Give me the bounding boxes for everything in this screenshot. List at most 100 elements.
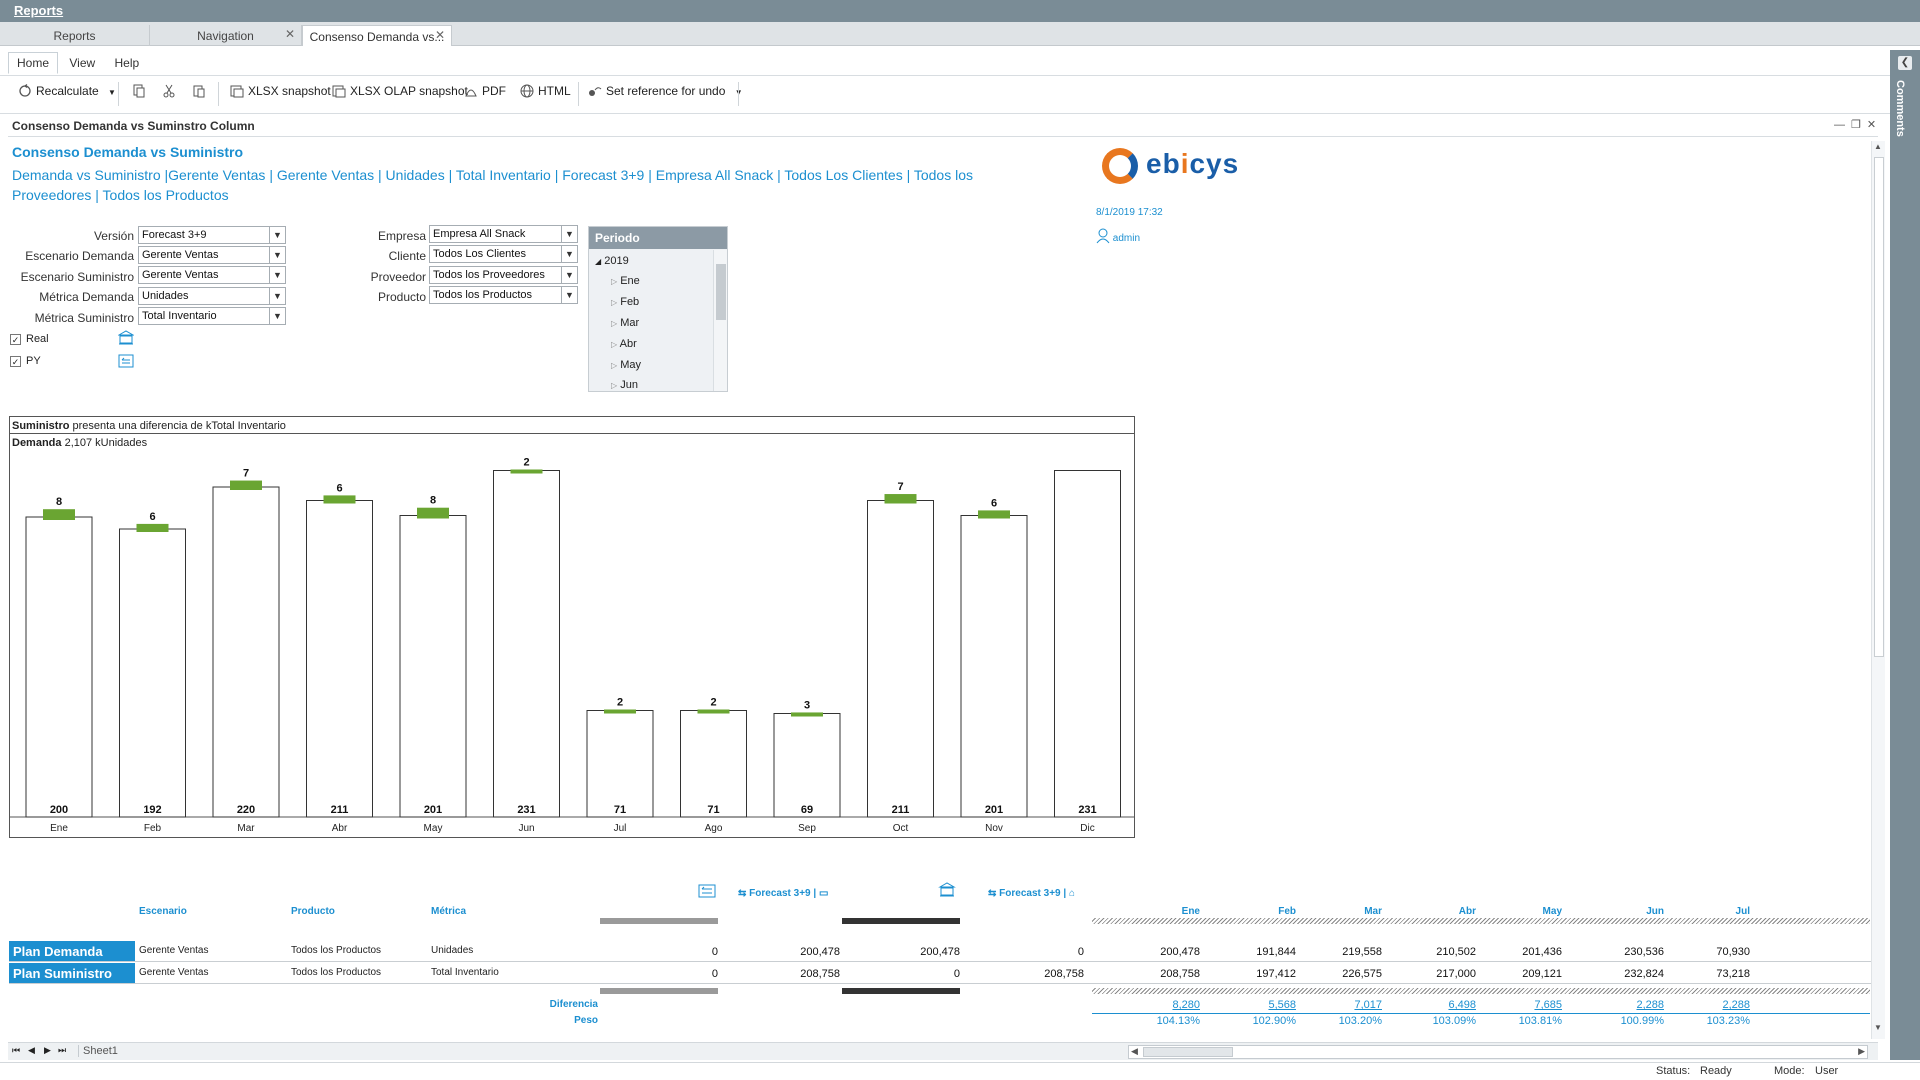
peso-value[interactable]: 103.09%	[1386, 1015, 1476, 1027]
tree-item-month[interactable]: ▷ Jun	[611, 379, 638, 391]
copy-button[interactable]	[132, 84, 150, 98]
bank-icon[interactable]	[118, 330, 134, 346]
periodo-scrollbar[interactable]	[713, 250, 727, 391]
cell-metrica[interactable]: Unidades	[431, 945, 473, 956]
peso-value[interactable]: 103.81%	[1472, 1015, 1562, 1027]
cell-value[interactable]: 208,758	[750, 968, 840, 980]
difference-bar[interactable]	[604, 709, 636, 714]
doc-tab-navigation[interactable]: Navigation ✕	[150, 25, 302, 46]
demand-bar[interactable]	[773, 713, 841, 818]
sheet-tab[interactable]: Sheet1	[78, 1045, 118, 1057]
cell-value[interactable]: 0	[870, 968, 960, 980]
py-checkbox[interactable]: ✓	[10, 356, 21, 367]
collapse-icon[interactable]: ❮	[1898, 56, 1912, 70]
pdf-button[interactable]: PDF	[464, 84, 506, 98]
demand-bar[interactable]	[586, 710, 654, 818]
cell-month-value[interactable]: 209,121	[1472, 968, 1562, 980]
first-sheet-icon[interactable]: ⏮	[12, 1045, 20, 1056]
scenario-header-1[interactable]: ⇆ Forecast 3+9 | ▭	[738, 888, 828, 899]
difference-bar[interactable]	[510, 469, 543, 474]
cell-month-value[interactable]: 200,478	[1110, 946, 1200, 958]
cell-month-value[interactable]: 210,502	[1386, 946, 1476, 958]
metrica-demanda-select[interactable]: Unidades ▼	[138, 287, 286, 305]
doc-tab-reports[interactable]: Reports	[0, 25, 150, 46]
difference-bar[interactable]	[697, 709, 730, 714]
version-select[interactable]: Forecast 3+9 ▼	[138, 226, 286, 244]
peso-value[interactable]: 100.99%	[1574, 1015, 1664, 1027]
prev-sheet-icon[interactable]: ◀	[28, 1045, 35, 1056]
restore-icon[interactable]: ❐	[1851, 119, 1867, 131]
cell-month-value[interactable]: 226,575	[1292, 968, 1382, 980]
demand-bar[interactable]	[493, 470, 560, 818]
cell-month-value[interactable]: 73,218	[1660, 968, 1750, 980]
cell-value[interactable]: 200,478	[750, 946, 840, 958]
close-icon[interactable]: ✕	[435, 28, 445, 42]
demand-bar[interactable]	[1054, 470, 1121, 818]
difference-bar[interactable]	[323, 495, 356, 504]
swap-calendar-icon[interactable]	[118, 353, 134, 369]
periodo-tree[interactable]: Periodo ◢ 2019 ▷ Ene ▷ Feb ▷ Mar ▷ Abr ▷…	[588, 226, 728, 392]
last-sheet-icon[interactable]: ⏭	[58, 1045, 66, 1056]
close-icon[interactable]: ✕	[1867, 119, 1882, 131]
cell-value[interactable]: 0	[994, 946, 1084, 958]
user-link[interactable]: admin	[1096, 228, 1140, 244]
tree-item-month[interactable]: ▷ Feb	[611, 296, 639, 308]
real-checkbox[interactable]: ✓	[10, 334, 21, 345]
scroll-right-icon[interactable]: ▶	[1858, 1046, 1865, 1057]
cell-month-value[interactable]: 232,824	[1574, 968, 1664, 980]
cell-month-value[interactable]: 217,000	[1386, 968, 1476, 980]
cell-month-value[interactable]: 208,758	[1110, 968, 1200, 980]
scroll-up-icon[interactable]: ▲	[1874, 142, 1882, 151]
horizontal-scrollbar[interactable]: ◀ ▶	[1128, 1045, 1868, 1059]
cliente-select[interactable]: Todos Los Clientes ▼	[429, 245, 578, 263]
empresa-select[interactable]: Empresa All Snack ▼	[429, 225, 578, 243]
proveedor-select[interactable]: Todos los Proveedores ▼	[429, 266, 578, 284]
diferencia-value[interactable]: 2,288	[1660, 999, 1750, 1011]
peso-value[interactable]: 103.20%	[1292, 1015, 1382, 1027]
diferencia-value[interactable]: 2,288	[1574, 999, 1664, 1011]
xlsx-snapshot-button[interactable]: XLSX snapshot	[230, 84, 331, 98]
next-sheet-icon[interactable]: ▶	[44, 1045, 51, 1056]
bank-icon[interactable]	[938, 882, 956, 898]
diferencia-value[interactable]: 5,568	[1206, 999, 1296, 1011]
peso-value[interactable]: 102.90%	[1206, 1015, 1296, 1027]
diferencia-value[interactable]: 6,498	[1386, 999, 1476, 1011]
peso-value[interactable]: 104.13%	[1110, 1015, 1200, 1027]
recalculate-button[interactable]: Recalculate ▼	[18, 84, 116, 98]
cell-escenario[interactable]: Gerente Ventas	[139, 967, 209, 978]
tree-item-month[interactable]: ▷ Abr	[611, 338, 637, 350]
difference-bar[interactable]	[230, 480, 262, 490]
tab-home[interactable]: Home	[8, 52, 59, 74]
difference-bar[interactable]	[136, 523, 169, 532]
cell-value[interactable]: 0	[628, 946, 718, 958]
scroll-down-icon[interactable]: ▼	[1874, 1023, 1882, 1032]
demand-bar[interactable]	[867, 500, 934, 818]
difference-bar[interactable]	[43, 509, 75, 520]
difference-bar[interactable]	[791, 712, 823, 717]
scroll-left-icon[interactable]: ◀	[1131, 1046, 1138, 1057]
cell-value[interactable]: 200,478	[870, 946, 960, 958]
difference-bar[interactable]	[417, 507, 449, 519]
demand-bar[interactable]	[306, 500, 373, 818]
swap-calendar-icon[interactable]	[698, 884, 716, 898]
difference-bar[interactable]	[884, 494, 917, 504]
tab-help[interactable]: Help	[107, 53, 148, 73]
cell-producto[interactable]: Todos los Productos	[291, 945, 381, 956]
cell-month-value[interactable]: 201,436	[1472, 946, 1562, 958]
demand-bar[interactable]	[680, 710, 747, 818]
cell-month-value[interactable]: 197,412	[1206, 968, 1296, 980]
cell-month-value[interactable]: 219,558	[1292, 946, 1382, 958]
producto-select[interactable]: Todos los Productos ▼	[429, 286, 578, 304]
cell-producto[interactable]: Todos los Productos	[291, 967, 381, 978]
escenario-suministro-select[interactable]: Gerente Ventas ▼	[138, 266, 286, 284]
tree-item-month[interactable]: ▷ May	[611, 359, 641, 371]
doc-tab-consenso[interactable]: Consenso Demanda vs... ✕	[302, 25, 452, 46]
demand-bar[interactable]	[25, 516, 93, 818]
demand-bar[interactable]	[399, 515, 467, 818]
tree-item-year[interactable]: ◢ 2019	[595, 255, 629, 267]
cell-month-value[interactable]: 230,536	[1574, 946, 1664, 958]
html-button[interactable]: HTML	[520, 84, 571, 98]
diferencia-value[interactable]: 7,017	[1292, 999, 1382, 1011]
cell-month-value[interactable]: 70,930	[1660, 946, 1750, 958]
diferencia-value[interactable]: 8,280	[1110, 999, 1200, 1011]
